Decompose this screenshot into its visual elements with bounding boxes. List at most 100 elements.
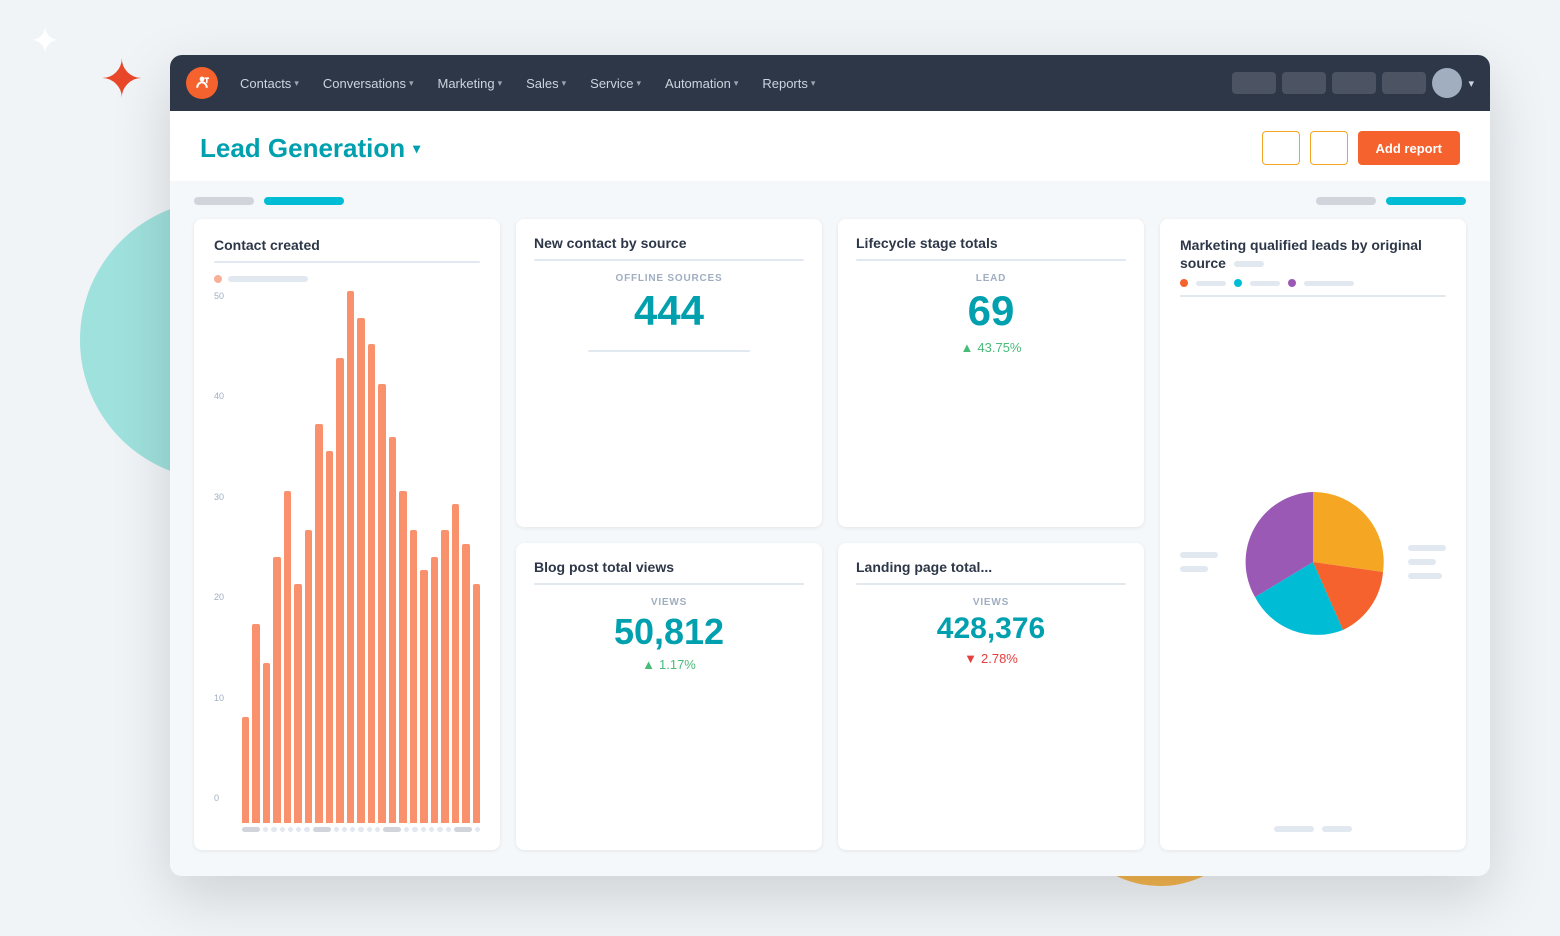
card-mql: Marketing qualified leads by original so… bbox=[1160, 219, 1466, 850]
bar-wrap-18 bbox=[431, 291, 438, 823]
x-group-0 bbox=[242, 827, 260, 832]
card-landing-divider bbox=[856, 583, 1126, 585]
pie-legend-dot-1 bbox=[1180, 279, 1188, 287]
filter-tab-active[interactable] bbox=[264, 197, 344, 205]
x-group-9 bbox=[342, 827, 347, 832]
nav-pill-4[interactable] bbox=[1382, 72, 1426, 94]
nav-pill-2[interactable] bbox=[1282, 72, 1326, 94]
pie-legend-bar-2 bbox=[1250, 281, 1280, 286]
pie-legend-left bbox=[1180, 552, 1218, 572]
pie-right-label-3 bbox=[1408, 573, 1442, 579]
bar-wrap-2 bbox=[263, 291, 270, 823]
pie-legend-dot-3 bbox=[1288, 279, 1296, 287]
bar-chart-legend bbox=[214, 275, 480, 283]
landing-trend-value: 2.78% bbox=[981, 651, 1018, 666]
nav-contacts-chevron: ▾ bbox=[294, 78, 299, 89]
lifecycle-trend-icon: ▲ bbox=[961, 340, 974, 355]
card-source-divider bbox=[534, 259, 804, 261]
x-group-16 bbox=[412, 827, 417, 832]
x-group-18 bbox=[429, 827, 434, 832]
dashboard-title-chevron: ▾ bbox=[413, 140, 420, 157]
y-label-50: 50 bbox=[214, 291, 224, 301]
card-landing-label: VIEWS bbox=[856, 597, 1126, 608]
card-lifecycle-label: LEAD bbox=[856, 273, 1126, 284]
nav-marketing[interactable]: Marketing ▾ bbox=[427, 70, 512, 97]
y-label-0: 0 bbox=[214, 793, 224, 803]
card-new-contact-source: New contact by source OFFLINE SOURCES 44… bbox=[516, 219, 822, 527]
chart-x-axis bbox=[214, 827, 480, 832]
decorative-star-white: ✦ bbox=[30, 20, 70, 60]
nav-conversations-chevron: ▾ bbox=[409, 78, 414, 89]
legend-bar-placeholder bbox=[228, 276, 308, 282]
bar-chart-area: 0 10 20 30 40 50 bbox=[214, 291, 480, 823]
x-group-7 bbox=[313, 827, 331, 832]
nav-right-actions: ▾ bbox=[1232, 68, 1474, 98]
nav-pill-3[interactable] bbox=[1332, 72, 1376, 94]
bar-21 bbox=[462, 544, 469, 823]
x-group-21 bbox=[454, 827, 472, 832]
nav-reports[interactable]: Reports ▾ bbox=[752, 70, 825, 97]
legend-dot bbox=[214, 275, 222, 283]
filter-tab-inactive[interactable] bbox=[194, 197, 254, 205]
pie-chart-svg bbox=[1233, 482, 1393, 642]
pie-chart-area bbox=[1180, 305, 1446, 818]
filter-row bbox=[194, 197, 1466, 205]
bar-15 bbox=[399, 491, 406, 824]
bar-wrap-17 bbox=[420, 291, 427, 823]
nav-marketing-chevron: ▾ bbox=[498, 78, 503, 89]
bar-6 bbox=[305, 530, 312, 823]
bar-8 bbox=[326, 451, 333, 823]
nav-sales[interactable]: Sales ▾ bbox=[516, 70, 576, 97]
filter-tab-right-inactive[interactable] bbox=[1316, 197, 1376, 205]
nav-sales-chevron: ▾ bbox=[562, 78, 567, 89]
x-group-19 bbox=[437, 827, 442, 832]
lifecycle-trend-value: 43.75% bbox=[977, 340, 1021, 355]
card-landing-page: Landing page total... VIEWS 428,376 ▼ 2.… bbox=[838, 543, 1144, 851]
filter-button-1[interactable] bbox=[1262, 131, 1300, 165]
x-group-13 bbox=[375, 827, 380, 832]
bar-wrap-1 bbox=[252, 291, 259, 823]
nav-account-chevron: ▾ bbox=[1468, 77, 1474, 90]
nav-conversations[interactable]: Conversations ▾ bbox=[313, 70, 424, 97]
bar-wrap-20 bbox=[452, 291, 459, 823]
card-blog-label: VIEWS bbox=[534, 597, 804, 608]
nav-automation[interactable]: Automation ▾ bbox=[655, 70, 748, 97]
bar-wrap-12 bbox=[368, 291, 375, 823]
dashboard-header: Lead Generation ▾ Add report bbox=[170, 111, 1490, 181]
bar-9 bbox=[336, 358, 343, 824]
nav-service[interactable]: Service ▾ bbox=[580, 70, 651, 97]
decorative-star-orange: ✦ bbox=[100, 50, 160, 110]
col-lifecycle-landing: Lifecycle stage totals LEAD 69 ▲ 43.75% … bbox=[838, 219, 1144, 850]
x-group-20 bbox=[446, 827, 451, 832]
pie-legend-bar-3 bbox=[1304, 281, 1354, 286]
add-report-button[interactable]: Add report bbox=[1358, 131, 1460, 165]
x-group-14 bbox=[383, 827, 401, 832]
filter-tabs-right bbox=[1316, 197, 1466, 205]
header-actions: Add report bbox=[1262, 131, 1460, 165]
card-lifecycle: Lifecycle stage totals LEAD 69 ▲ 43.75% bbox=[838, 219, 1144, 527]
dashboard-title[interactable]: Lead Generation ▾ bbox=[200, 133, 420, 164]
pie-bottom-label-2 bbox=[1322, 826, 1352, 832]
bar-wrap-15 bbox=[399, 291, 406, 823]
bar-7 bbox=[315, 424, 322, 823]
bar-20 bbox=[452, 504, 459, 823]
pie-legend-right bbox=[1408, 545, 1446, 579]
bar-wrap-4 bbox=[284, 291, 291, 823]
card-blog-title: Blog post total views bbox=[534, 559, 804, 575]
bar-wrap-5 bbox=[294, 291, 301, 823]
card-blog-metric: ▲ 1.17% bbox=[534, 657, 804, 672]
y-label-20: 20 bbox=[214, 592, 224, 602]
nav-contacts[interactable]: Contacts ▾ bbox=[230, 70, 309, 97]
nav-reports-chevron: ▾ bbox=[811, 78, 816, 89]
filter-button-2[interactable] bbox=[1310, 131, 1348, 165]
nav-pill-1[interactable] bbox=[1232, 72, 1276, 94]
nav-avatar[interactable] bbox=[1432, 68, 1462, 98]
pie-left-label-1 bbox=[1180, 552, 1218, 558]
browser-window: Contacts ▾ Conversations ▾ Marketing ▾ S… bbox=[170, 55, 1490, 876]
card-mql-title2: source bbox=[1180, 255, 1264, 271]
filter-tab-right-active[interactable] bbox=[1386, 197, 1466, 205]
bar-wrap-14 bbox=[389, 291, 396, 823]
blog-trend-value: 1.17% bbox=[659, 657, 696, 672]
bar-wrap-11 bbox=[357, 291, 364, 823]
pie-legend-dot-2 bbox=[1234, 279, 1242, 287]
